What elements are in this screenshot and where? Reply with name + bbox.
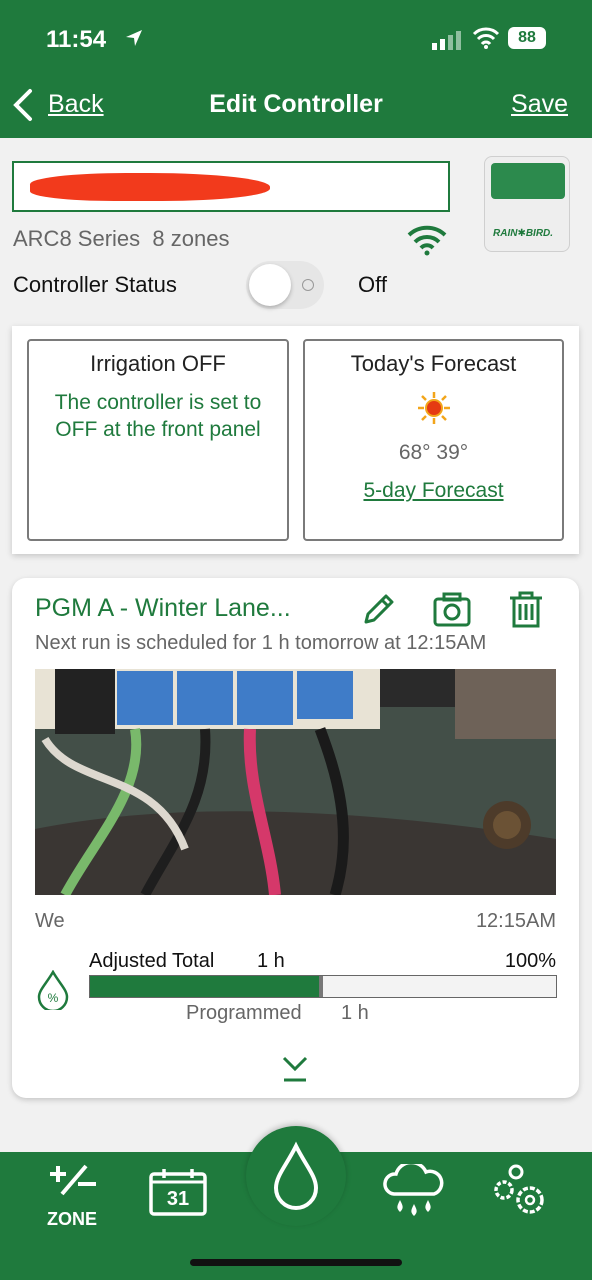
wifi-icon xyxy=(472,27,500,49)
tab-calendar[interactable]: 31 xyxy=(148,1168,208,1218)
adjusted-total-percent: 100% xyxy=(504,950,556,972)
brand-logo: RAIN✱BIRD. xyxy=(493,228,554,239)
zone-tab-label: ZONE xyxy=(46,1209,97,1229)
camera-icon[interactable] xyxy=(432,590,472,630)
controller-wiring-photo xyxy=(35,669,556,895)
programmed-label: Programmed xyxy=(186,1002,302,1024)
svg-text:%: % xyxy=(48,991,59,1005)
next-run-text: Next run is scheduled for 1 h tomorrow a… xyxy=(35,632,487,654)
status-time: 11:54 xyxy=(46,26,107,53)
toggle-off-indicator xyxy=(302,279,314,291)
calendar-day: 31 xyxy=(166,1188,190,1210)
controller-name-field[interactable] xyxy=(12,161,450,212)
program-title[interactable]: PGM A - Winter Lane... xyxy=(35,594,291,623)
wifi-icon xyxy=(407,225,447,256)
controller-series: ARC8 Series 8 zones xyxy=(13,226,229,252)
controller-status-value: Off xyxy=(358,272,387,297)
tab-zone[interactable]: ZONE xyxy=(46,1160,98,1229)
toggle-knob xyxy=(249,264,291,306)
page-title: Edit Controller xyxy=(209,90,383,118)
controller-status-toggle[interactable] xyxy=(246,261,324,309)
programmed-duration: 1 h xyxy=(341,1002,369,1024)
seasonal-adjust-drop-icon: % xyxy=(37,970,69,1010)
series-name: ARC8 Series xyxy=(13,226,141,251)
irrigation-status-box: Irrigation OFF The controller is set to … xyxy=(27,339,289,541)
trash-icon[interactable] xyxy=(506,590,546,630)
weather-rain-icon xyxy=(383,1160,444,1216)
controller-image: RAIN✱BIRD. xyxy=(484,156,570,252)
tab-settings[interactable] xyxy=(492,1162,548,1218)
controller-status-label: Controller Status xyxy=(13,272,177,297)
sun-icon xyxy=(417,392,450,424)
save-button[interactable]: Save xyxy=(511,90,568,119)
header: 11:54 88 Back Edit Controller Save xyxy=(0,0,592,138)
water-drop-icon xyxy=(273,1141,319,1210)
forecast-temps: 68° 39° xyxy=(398,441,469,464)
status-card: Irrigation OFF The controller is set to … xyxy=(12,326,579,554)
adjusted-total-bar-fill xyxy=(90,976,323,997)
irrigation-title: Irrigation OFF xyxy=(90,351,226,376)
adjusted-total-label: Adjusted Total xyxy=(89,950,215,972)
controller-panel xyxy=(491,163,565,199)
adjusted-total-bar xyxy=(89,975,557,998)
programmed-marker xyxy=(319,976,323,997)
battery-icon: 88 xyxy=(508,27,546,49)
chevron-down-icon[interactable] xyxy=(280,1050,310,1084)
cellular-signal-icon xyxy=(432,31,461,50)
schedule-day: We xyxy=(35,910,65,932)
zone-count: 8 zones xyxy=(152,226,230,251)
location-arrow-icon xyxy=(126,30,142,46)
zone-add-remove-icon xyxy=(50,1164,96,1196)
pencil-edit-icon[interactable] xyxy=(358,590,398,630)
forecast-box: Today's Forecast 68° 39° 5-day Forecast xyxy=(303,339,564,541)
tab-weather[interactable] xyxy=(382,1160,446,1220)
manual-watering-button[interactable] xyxy=(246,1126,346,1226)
schedule-start-time: 12:15AM xyxy=(475,910,556,932)
settings-gears-icon xyxy=(494,1164,544,1214)
home-indicator xyxy=(190,1259,402,1266)
redaction-mark xyxy=(30,173,270,201)
irrigation-message: The controller is set to OFF at the fron… xyxy=(54,391,262,441)
program-card[interactable]: PGM A - Winter Lane... Next run is sched… xyxy=(12,578,579,1098)
five-day-forecast-link[interactable]: 5-day Forecast xyxy=(305,479,562,503)
adjusted-total-duration: 1 h xyxy=(257,950,285,972)
forecast-title: Today's Forecast xyxy=(350,351,517,376)
